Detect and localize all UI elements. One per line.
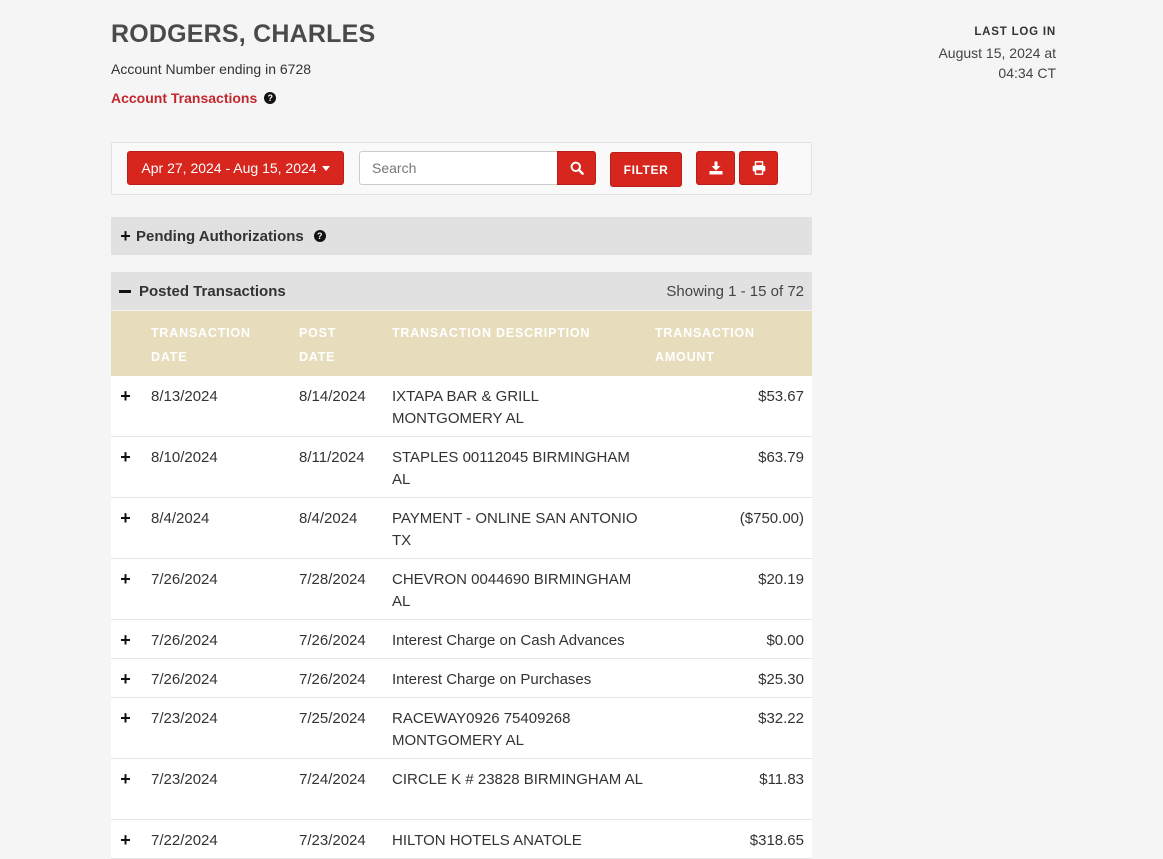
last-login-label: LAST LOG IN — [974, 26, 1056, 38]
table-row[interactable]: + 8/13/2024 8/14/2024 IXTAPA BAR & GRILL… — [111, 376, 812, 437]
expand-row-icon[interactable]: + — [119, 568, 132, 590]
post-date: 7/25/2024 — [299, 710, 366, 727]
expand-row-icon[interactable]: + — [119, 707, 132, 729]
table-row[interactable]: + 7/26/2024 7/26/2024 Interest Charge on… — [111, 620, 812, 659]
column-header-post-date[interactable]: POST DATE — [299, 321, 359, 369]
transaction-amount: $63.79 — [758, 449, 804, 466]
posted-transactions-toggle[interactable]: Posted Transactions Showing 1 - 15 of 72 — [111, 272, 812, 310]
transaction-amount: $53.67 — [758, 388, 804, 405]
transaction-amount: $318.65 — [749, 832, 804, 849]
table-row[interactable]: + 7/23/2024 7/25/2024 RACEWAY0926 754092… — [111, 698, 812, 759]
search-input[interactable] — [359, 151, 557, 185]
post-date: 7/26/2024 — [299, 632, 366, 649]
help-icon[interactable]: ? — [313, 230, 326, 242]
transaction-date: 7/26/2024 — [151, 671, 218, 688]
column-header-transaction-date[interactable]: TRANSACTION DATE — [151, 321, 271, 369]
transaction-amount: $25.30 — [758, 671, 804, 688]
transaction-amount: $11.83 — [759, 771, 804, 788]
transaction-description: RACEWAY0926 75409268 MONTGOMERY AL — [392, 710, 571, 749]
transaction-date: 7/23/2024 — [151, 771, 218, 788]
pending-authorizations-title: Pending Authorizations — [136, 227, 304, 245]
table-row[interactable]: + 7/22/2024 7/23/2024 HILTON HOTELS ANAT… — [111, 820, 812, 859]
pending-authorizations-toggle[interactable]: + Pending Authorizations ? — [111, 217, 812, 255]
search-button[interactable] — [557, 151, 596, 185]
caret-down-icon — [321, 165, 330, 171]
transactions-toolbar: Apr 27, 2024 - Aug 15, 2024 FILTER — [111, 142, 812, 195]
table-row[interactable]: + 7/23/2024 7/24/2024 CIRCLE K # 23828 B… — [111, 759, 812, 820]
column-header-description[interactable]: TRANSACTION DESCRIPTION — [392, 321, 632, 345]
transaction-description: PAYMENT - ONLINE SAN ANTONIO TX — [392, 510, 638, 549]
transaction-description: IXTAPA BAR & GRILL MONTGOMERY AL — [392, 388, 539, 427]
account-holder-name: RODGERS, CHARLES — [111, 20, 376, 48]
transaction-description: Interest Charge on Cash Advances — [392, 632, 625, 649]
transaction-description: CHEVRON 0044690 BIRMINGHAM AL — [392, 571, 632, 610]
transaction-amount: $20.19 — [758, 571, 804, 588]
last-login: LAST LOG IN August 15, 2024 at 04:34 CT — [856, 26, 1056, 83]
post-date: 8/14/2024 — [299, 388, 366, 405]
print-icon — [752, 161, 765, 175]
last-login-date: August 15, 2024 at — [938, 45, 1056, 61]
expand-row-icon[interactable]: + — [119, 385, 132, 407]
transaction-date: 8/13/2024 — [151, 388, 218, 405]
table-row[interactable]: + 8/10/2024 8/11/2024 STAPLES 00112045 B… — [111, 437, 812, 498]
transaction-date: 7/26/2024 — [151, 571, 218, 588]
filter-button[interactable]: FILTER — [610, 152, 682, 187]
transaction-description: HILTON HOTELS ANATOLE — [392, 832, 582, 849]
account-transactions-link[interactable]: Account Transactions ? — [111, 90, 277, 106]
download-icon — [709, 161, 722, 175]
transaction-amount: $32.22 — [758, 710, 804, 727]
transaction-date: 7/23/2024 — [151, 710, 218, 727]
post-date: 8/11/2024 — [299, 449, 365, 466]
help-icon[interactable]: ? — [264, 92, 277, 104]
minus-icon — [119, 289, 131, 293]
pagination-summary: Showing 1 - 15 of 72 — [666, 282, 804, 300]
post-date: 7/24/2024 — [299, 771, 366, 788]
expand-row-icon[interactable]: + — [119, 629, 132, 651]
download-button[interactable] — [696, 151, 735, 185]
transaction-amount: ($750.00) — [739, 510, 804, 527]
transaction-description: Interest Charge on Purchases — [392, 671, 592, 688]
account-transactions-label: Account Transactions — [111, 90, 258, 106]
transaction-date: 7/22/2024 — [151, 832, 218, 849]
print-button[interactable] — [739, 151, 778, 185]
last-login-time: 04:34 CT — [998, 65, 1056, 81]
table-row[interactable]: + 7/26/2024 7/28/2024 CHEVRON 0044690 BI… — [111, 559, 812, 620]
date-range-label: Apr 27, 2024 - Aug 15, 2024 — [141, 160, 317, 176]
transaction-description: CIRCLE K # 23828 BIRMINGHAM AL — [392, 771, 643, 788]
table-row[interactable]: + 8/4/2024 8/4/2024 PAYMENT - ONLINE SAN… — [111, 498, 812, 559]
expand-row-icon[interactable]: + — [119, 768, 132, 790]
table-header: TRANSACTION DATE POST DATE TRANSACTION D… — [111, 311, 812, 376]
transaction-date: 7/26/2024 — [151, 632, 218, 649]
transaction-description: STAPLES 00112045 BIRMINGHAM AL — [392, 449, 630, 488]
expand-row-icon[interactable]: + — [119, 829, 132, 851]
search-icon — [570, 161, 584, 175]
table-row[interactable]: + 7/26/2024 7/26/2024 Interest Charge on… — [111, 659, 812, 698]
date-range-button[interactable]: Apr 27, 2024 - Aug 15, 2024 — [127, 151, 344, 185]
transaction-date: 8/4/2024 — [151, 510, 210, 527]
transaction-amount: $0.00 — [766, 632, 804, 649]
transactions-table: TRANSACTION DATE POST DATE TRANSACTION D… — [111, 311, 812, 859]
post-date: 7/28/2024 — [299, 571, 366, 588]
posted-transactions-title: Posted Transactions — [139, 282, 286, 300]
expand-row-icon[interactable]: + — [119, 446, 132, 468]
transaction-date: 8/10/2024 — [151, 449, 218, 466]
last-login-value: August 15, 2024 at 04:34 CT — [856, 43, 1056, 83]
post-date: 8/4/2024 — [299, 510, 358, 527]
expand-row-icon[interactable]: + — [119, 507, 132, 529]
post-date: 7/23/2024 — [299, 832, 366, 849]
plus-icon: + — [120, 226, 131, 246]
account-number: Account Number ending in 6728 — [111, 61, 312, 77]
expand-row-icon[interactable]: + — [119, 668, 132, 690]
post-date: 7/26/2024 — [299, 671, 366, 688]
column-header-amount[interactable]: TRANSACTION AMOUNT — [655, 321, 775, 369]
